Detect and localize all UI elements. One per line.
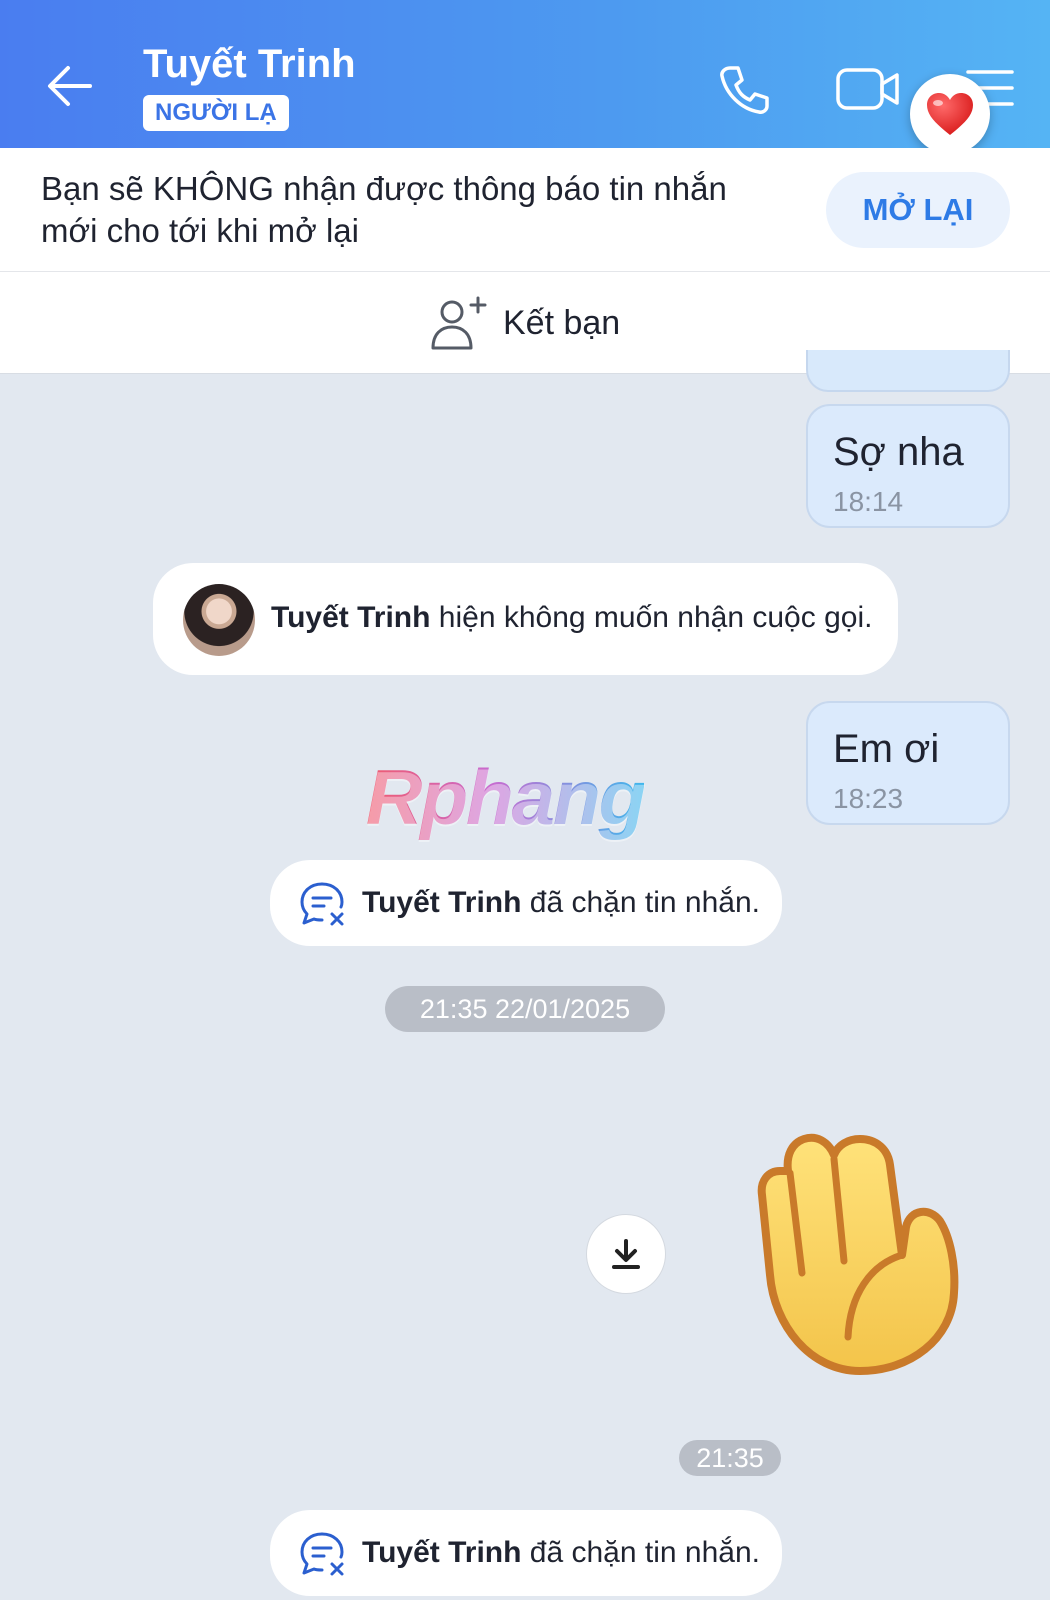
message-text: Sợ nha [833, 430, 964, 474]
download-icon [612, 1239, 640, 1269]
system-notice-text: đã chặn tin nhắn. [529, 1536, 760, 1569]
system-notice-name: Tuyết Trinh [271, 601, 431, 634]
outgoing-message[interactable]: Em ơi 18:23 [806, 701, 1010, 825]
system-notice-text: đã chặn tin nhắn. [529, 886, 760, 919]
system-notice-name: Tuyết Trinh [362, 1536, 522, 1569]
contact-name[interactable]: Tuyết Trinh [143, 42, 356, 87]
chat-header: Tuyết Trinh NGƯỜI LẠ [0, 0, 1050, 148]
phone-icon [720, 66, 769, 114]
blocked-chat-icon [300, 882, 344, 926]
back-arrow-icon [48, 66, 92, 106]
outgoing-message[interactable]: Sợ nha 18:14 [806, 404, 1010, 528]
blocked-chat-icon [300, 1532, 344, 1576]
system-notice-text: hiện không muốn nhận cuộc gọi. [438, 601, 873, 634]
system-notice-blocked: Tuyết Trinh đã chặn tin nhắn. [270, 860, 782, 946]
video-call-button[interactable] [835, 64, 901, 114]
heart-floating-button[interactable] [910, 74, 990, 154]
message-bubble-partial[interactable] [806, 350, 1010, 392]
sticker-time: 21:35 [679, 1440, 781, 1476]
message-time: 18:23 [833, 783, 904, 814]
raised-hand-icon[interactable] [740, 1125, 970, 1381]
notice-text: Bạn sẽ KHÔNG nhận được thông báo tin nhắ… [41, 170, 727, 249]
add-friend-icon [431, 296, 487, 350]
back-button[interactable] [40, 56, 100, 116]
message-time: 18:14 [833, 486, 904, 517]
reopen-button[interactable]: MỞ LẠI [826, 172, 1010, 248]
video-camera-icon [836, 68, 899, 110]
message-text: Em ơi [833, 727, 940, 771]
watermark: Rphang [366, 753, 646, 841]
download-button[interactable] [586, 1214, 666, 1294]
stranger-badge: NGƯỜI LẠ [143, 95, 289, 131]
date-separator: 21:35 22/01/2025 [385, 986, 665, 1032]
add-friend-label: Kết bạn [503, 304, 621, 342]
notification-muted-banner: Bạn sẽ KHÔNG nhận được thông báo tin nhắ… [0, 148, 1050, 272]
system-notice-name: Tuyết Trinh [362, 886, 522, 919]
voice-call-button[interactable] [716, 62, 772, 118]
heart-icon [927, 93, 973, 135]
system-notice-blocked: Tuyết Trinh đã chặn tin nhắn. [270, 1510, 782, 1596]
system-notice-call-declined: Tuyết Trinh hiện không muốn nhận cuộc gọ… [153, 563, 898, 675]
avatar[interactable] [183, 584, 255, 656]
